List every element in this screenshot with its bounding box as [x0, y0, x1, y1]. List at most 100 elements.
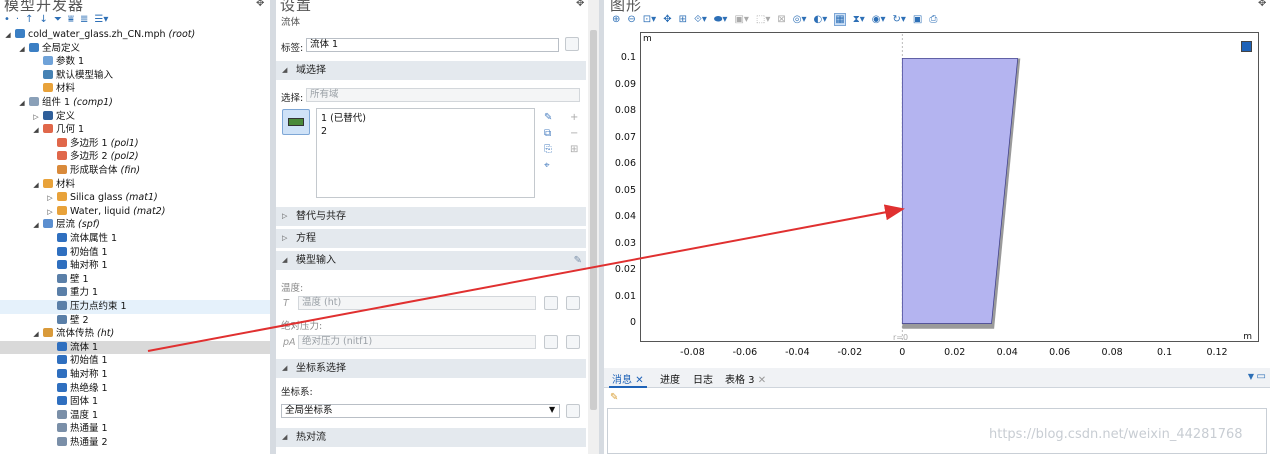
paste-selection-icon[interactable]: ✎: [544, 110, 552, 126]
go-to-source-icon[interactable]: [544, 335, 558, 349]
tree-item[interactable]: 初始值 1: [0, 354, 270, 368]
close-icon[interactable]: ✕: [758, 375, 766, 386]
zoom-out-icon[interactable]: ⊖: [627, 14, 635, 25]
view-menu-icon[interactable]: ☰▾: [94, 14, 108, 25]
pin-icon[interactable]: ✥: [576, 0, 584, 9]
clear-selection-icon[interactable]: ⎘: [544, 142, 552, 158]
chevron-down-icon[interactable]: ▼: [1248, 372, 1254, 381]
go-to-source-icon[interactable]: [544, 296, 558, 310]
tree-item[interactable]: 初始值 1: [0, 246, 270, 260]
section-equation[interactable]: ▷ 方程: [276, 229, 586, 248]
tree-item[interactable]: 温度 1: [0, 409, 270, 423]
tree-item[interactable]: ◢ 层流 (spf): [0, 218, 270, 232]
view-orientation-icon[interactable]: [1241, 41, 1252, 52]
view-icon[interactable]: ◎▾: [793, 14, 807, 25]
tree-item[interactable]: ▷ Silica glass (mat1): [0, 191, 270, 205]
coord-action-icon[interactable]: [566, 404, 580, 418]
tree-item[interactable]: 固体 1: [0, 395, 270, 409]
list-item[interactable]: 2: [321, 125, 530, 138]
expander-icon[interactable]: ◢: [32, 328, 40, 342]
tree-item[interactable]: 热绝缘 1: [0, 382, 270, 396]
tree-item[interactable]: ◢ 流体传热 (ht): [0, 327, 270, 341]
tree-item[interactable]: 轴对称 1: [0, 368, 270, 382]
tree-item[interactable]: 形成联合体 (fin): [0, 164, 270, 178]
chevron-down-icon[interactable]: ▼: [549, 405, 555, 414]
tab-log[interactable]: 日志: [690, 371, 716, 386]
tree-item[interactable]: 流体属性 1: [0, 232, 270, 246]
tree-item[interactable]: 重力 1: [0, 286, 270, 300]
back-icon[interactable]: •: [4, 14, 10, 25]
expander-icon[interactable]: ◢: [32, 219, 40, 233]
section-domain-selection[interactable]: ◢ 域选择: [276, 61, 586, 80]
clear-messages-icon[interactable]: ✎: [610, 392, 618, 403]
minimize-icon[interactable]: ▭: [1257, 371, 1266, 382]
collapse-all-icon[interactable]: ≣: [80, 14, 88, 25]
section-convection[interactable]: ◢ 热对流: [276, 428, 586, 447]
create-selection-icon[interactable]: ⊞: [570, 142, 578, 158]
plot-area[interactable]: m m: [640, 32, 1259, 342]
tree-item[interactable]: 热通量 2: [0, 436, 270, 450]
filter-icon[interactable]: ⏷: [54, 14, 62, 25]
section-model-input[interactable]: ◢ 模型输入 ✎: [276, 251, 586, 270]
print-icon[interactable]: ⎙: [929, 14, 937, 25]
domain-list[interactable]: 1 (已替代) 2: [316, 108, 535, 198]
tree-item[interactable]: 热通量 1: [0, 422, 270, 436]
tab-table[interactable]: 表格 3 ✕: [722, 371, 769, 386]
tree-item[interactable]: ◢ 全局定义: [0, 42, 270, 56]
up-icon[interactable]: ↑: [25, 14, 33, 25]
edit-icon[interactable]: ✎: [574, 251, 582, 270]
zoom-to-selection-icon[interactable]: ⌖: [544, 158, 552, 174]
create-variable-icon[interactable]: [566, 296, 580, 310]
create-variable-icon[interactable]: [566, 335, 580, 349]
tree-item[interactable]: ▷ 定义: [0, 110, 270, 124]
expand-all-icon[interactable]: ⩸: [68, 14, 74, 25]
tree-item[interactable]: 多边形 1 (pol1): [0, 137, 270, 151]
tree-item[interactable]: 轴对称 1: [0, 259, 270, 273]
pin-icon[interactable]: ✥: [256, 0, 264, 9]
camera-icon[interactable]: ▣: [913, 14, 922, 25]
coordinate-system-dropdown[interactable]: 全局坐标系: [281, 404, 560, 418]
tree-item[interactable]: 压力点约束 1: [0, 300, 270, 314]
label-reset-icon[interactable]: [565, 37, 579, 51]
tree-item[interactable]: 壁 1: [0, 273, 270, 287]
zoom-extents-icon[interactable]: ✥: [663, 14, 671, 25]
select-icon[interactable]: ▣▾: [734, 14, 748, 25]
temperature-dropdown[interactable]: 温度 (ht): [298, 296, 536, 310]
copy-selection-icon[interactable]: ⧉: [544, 126, 552, 142]
tree-item[interactable]: 默认模型输入: [0, 69, 270, 83]
label-input[interactable]: 流体 1: [306, 38, 559, 52]
expander-icon[interactable]: ◢: [18, 43, 26, 57]
pin-icon[interactable]: ✥: [1258, 0, 1266, 9]
layers-icon[interactable]: ⧗▾: [853, 14, 865, 25]
expander-icon[interactable]: ▷: [32, 111, 40, 125]
scene-light-icon[interactable]: ⬬▾: [714, 14, 728, 25]
tab-progress[interactable]: 进度: [657, 371, 683, 386]
zoom-in-icon[interactable]: ⊕: [612, 14, 620, 25]
tab-messages[interactable]: 消息 ✕: [609, 371, 647, 388]
close-icon[interactable]: ✕: [635, 375, 643, 386]
tree-item[interactable]: ◢ 几何 1: [0, 123, 270, 137]
grid-toggle-icon[interactable]: ▦: [834, 12, 846, 26]
selection-dropdown[interactable]: 所有域: [306, 88, 580, 102]
expander-icon[interactable]: ◢: [32, 179, 40, 193]
refresh-icon[interactable]: ↻▾: [893, 14, 906, 25]
expander-icon[interactable]: ▷: [46, 206, 54, 220]
tree-item[interactable]: ◢ 组件 1 (comp1): [0, 96, 270, 110]
tree-item[interactable]: ◢ 材料: [0, 178, 270, 192]
expander-icon[interactable]: ◢: [4, 29, 12, 43]
forward-icon[interactable]: ·: [16, 14, 19, 25]
list-item[interactable]: 1 (已替代): [321, 112, 530, 125]
scrollbar-thumb[interactable]: [590, 30, 597, 410]
section-coordinate-system[interactable]: ◢ 坐标系选择: [276, 359, 586, 378]
tree-item[interactable]: 参数 1: [0, 55, 270, 69]
grid-icon[interactable]: ⊞: [679, 14, 687, 25]
pressure-dropdown[interactable]: 绝对压力 (nitf1): [298, 335, 536, 349]
tree-item[interactable]: 流体 1: [0, 340, 270, 355]
expander-icon[interactable]: ◢: [32, 124, 40, 138]
remove-icon[interactable]: −: [570, 126, 578, 142]
tree-item[interactable]: ◢ cold_water_glass.zh_CN.mph (root): [0, 28, 270, 42]
clear-selection-icon[interactable]: ⊠: [777, 14, 785, 25]
zoom-box-icon[interactable]: ⊡▾: [643, 14, 656, 25]
tree-item[interactable]: 壁 2: [0, 314, 270, 328]
active-selection-toggle[interactable]: [282, 109, 310, 135]
